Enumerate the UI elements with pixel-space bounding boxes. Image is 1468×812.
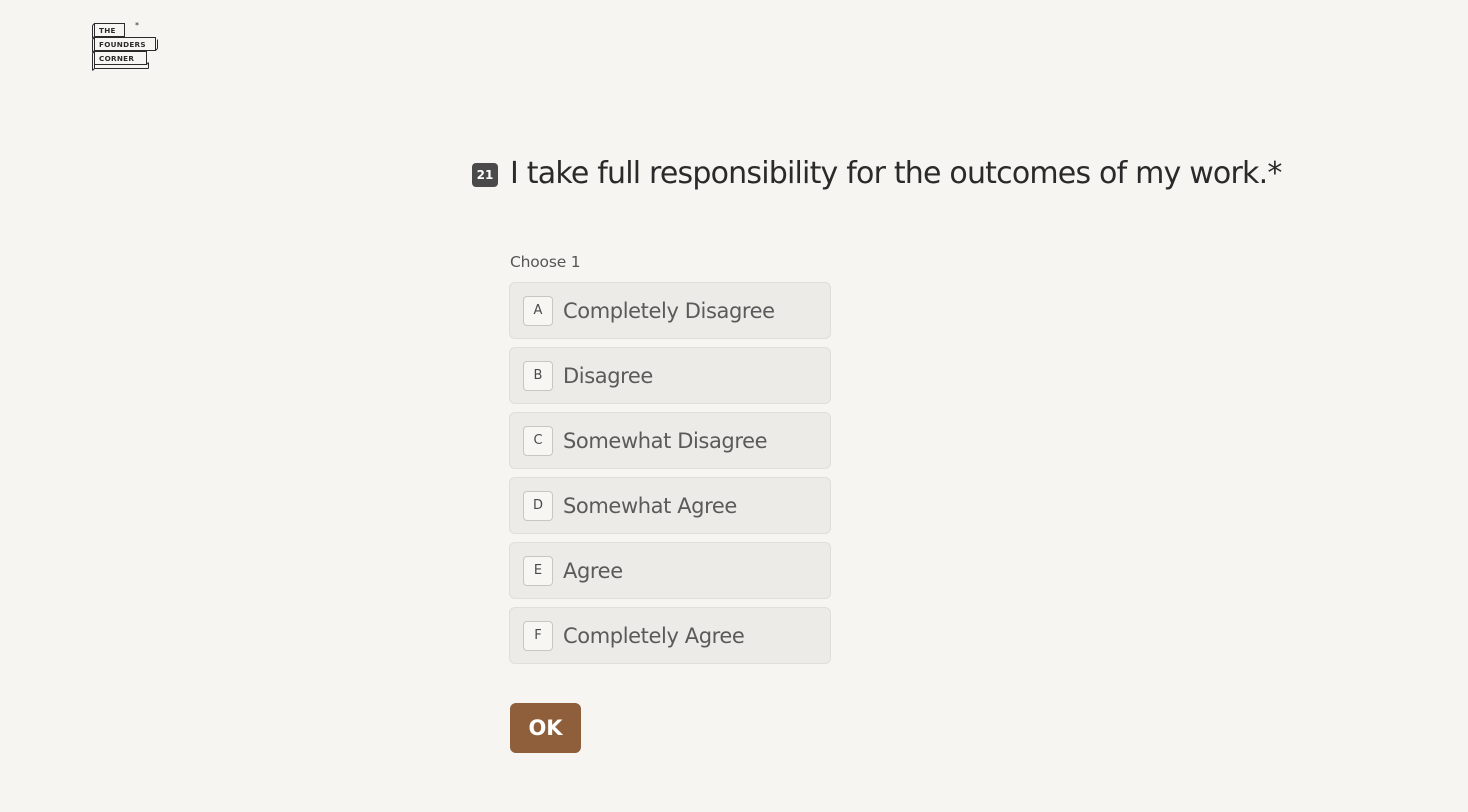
logo-line-2: FOUNDERS [99, 40, 146, 49]
option-key: F [523, 620, 553, 651]
answer-options: A Completely Disagree B Disagree C Somew… [509, 282, 831, 672]
option-key: E [523, 555, 553, 586]
ok-button[interactable]: OK [510, 703, 581, 753]
option-label: Somewhat Disagree [563, 428, 768, 453]
option-label: Completely Agree [563, 623, 745, 648]
option-label: Somewhat Agree [563, 493, 737, 518]
option-key: C [523, 425, 553, 456]
logo-mark: * [135, 21, 139, 30]
option-key: A [523, 295, 553, 326]
option-somewhat-disagree[interactable]: C Somewhat Disagree [509, 412, 831, 469]
logo-line-3: CORNER [99, 54, 134, 63]
option-completely-disagree[interactable]: A Completely Disagree [509, 282, 831, 339]
option-agree[interactable]: E Agree [509, 542, 831, 599]
logo-graphic: THE FOUNDERS CORNER * [92, 21, 158, 71]
option-label: Completely Disagree [563, 298, 775, 323]
question-number-badge: 21 [472, 162, 498, 187]
option-completely-agree[interactable]: F Completely Agree [509, 607, 831, 664]
question-header: 21 I take full responsibility for the ou… [472, 156, 1282, 191]
option-label: Disagree [563, 363, 653, 388]
founders-corner-logo: THE FOUNDERS CORNER * [90, 20, 162, 74]
logo-line-1: THE [99, 26, 116, 35]
option-disagree[interactable]: B Disagree [509, 347, 831, 404]
option-somewhat-agree[interactable]: D Somewhat Agree [509, 477, 831, 534]
question-text: I take full responsibility for the outco… [510, 156, 1282, 191]
option-key: B [523, 360, 553, 391]
choose-hint: Choose 1 [510, 253, 581, 271]
option-label: Agree [563, 558, 623, 583]
option-key: D [523, 490, 553, 521]
